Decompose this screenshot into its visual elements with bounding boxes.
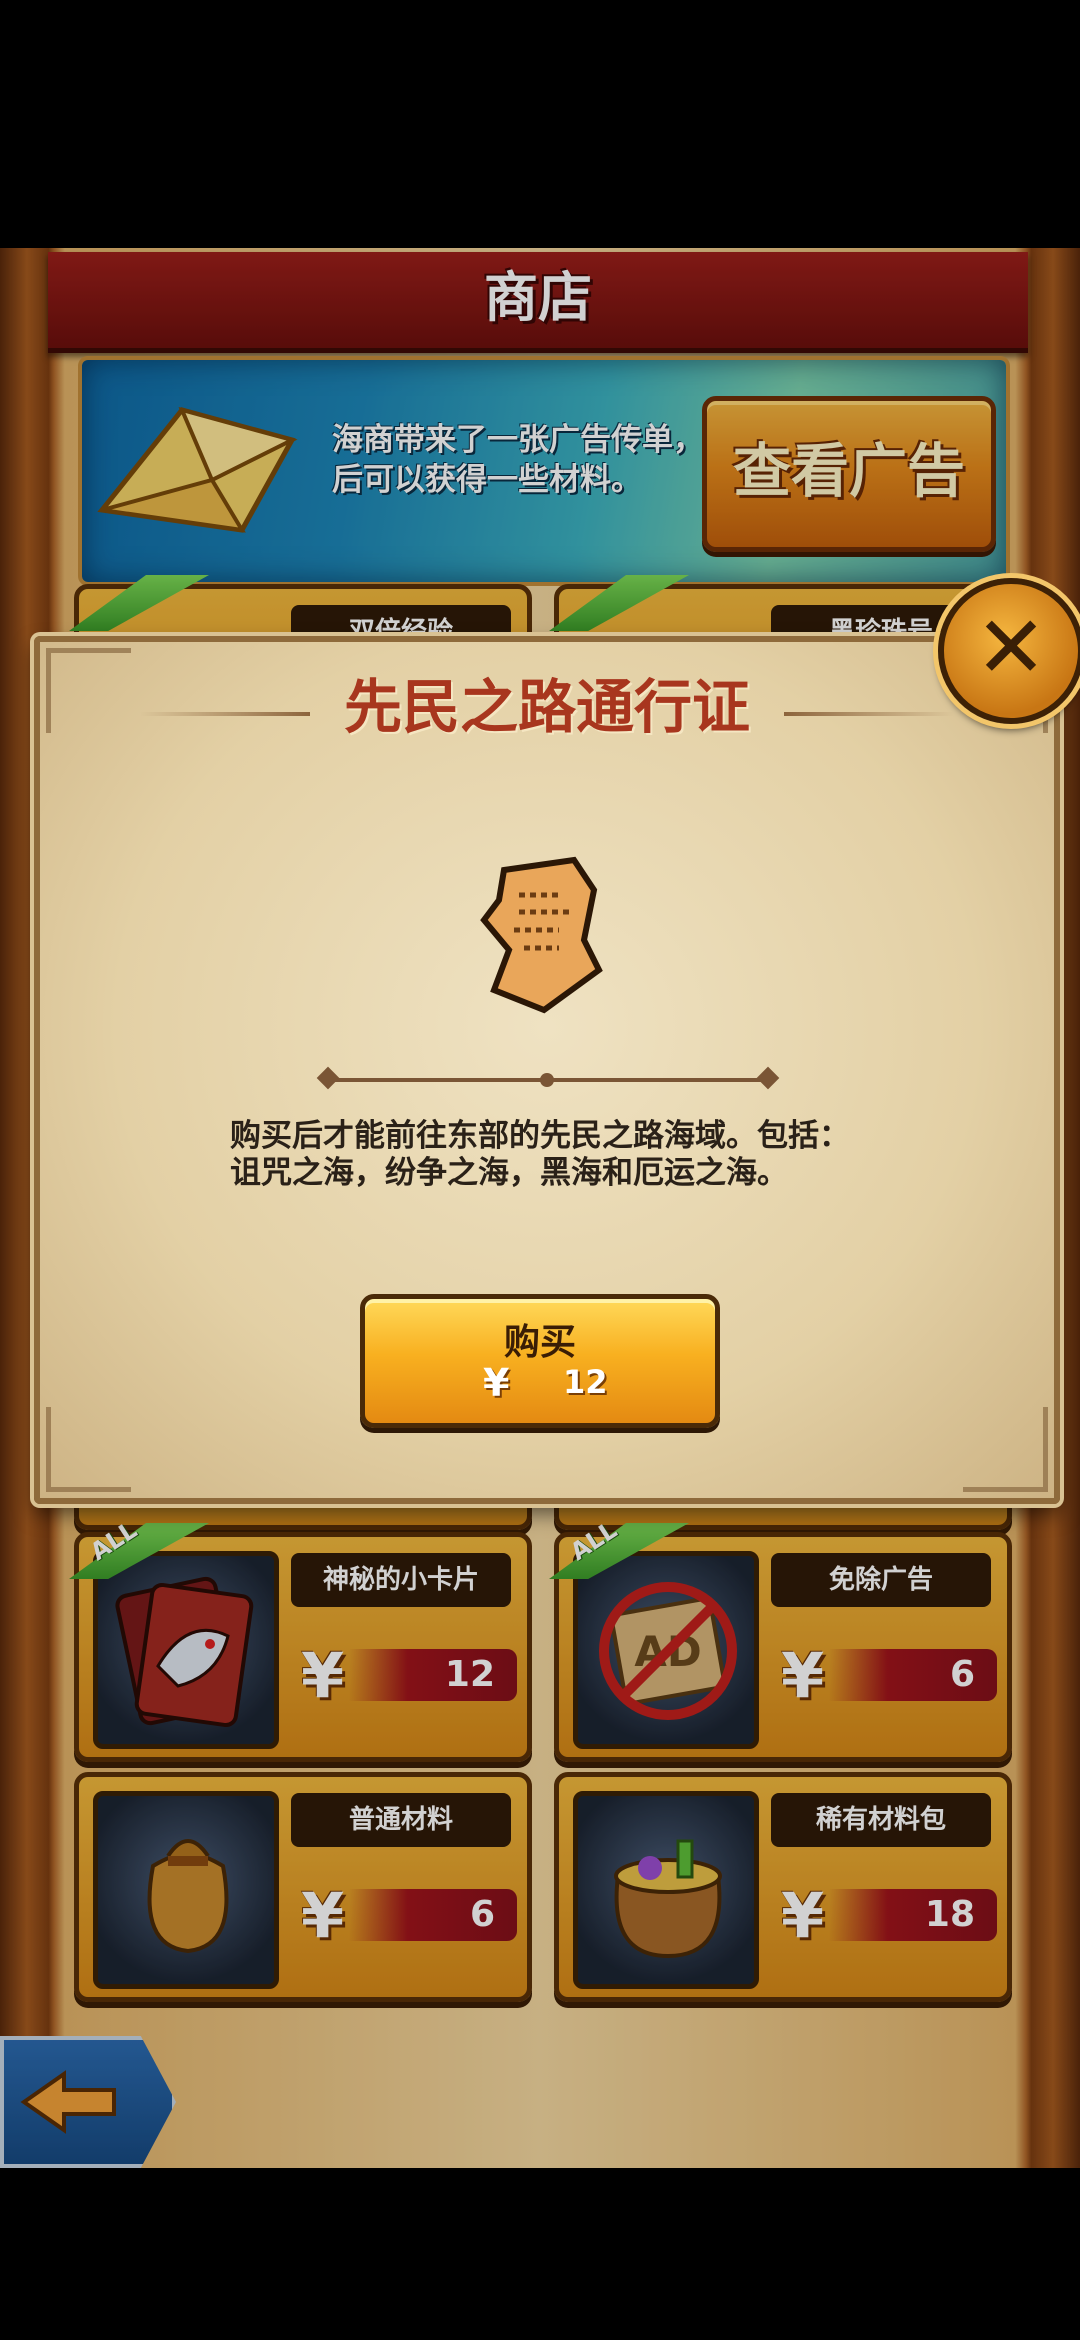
popup-corner-ornament bbox=[46, 1407, 131, 1492]
buy-button-label: 购买 bbox=[503, 1322, 576, 1363]
buy-button[interactable]: 购买 ¥ 12 bbox=[360, 1294, 720, 1428]
close-button[interactable]: ✕ bbox=[938, 578, 1080, 724]
popup-divider bbox=[316, 1066, 780, 1090]
close-x-icon: ✕ bbox=[974, 598, 1048, 698]
pass-popup: 先民之路通行证 购买后才能前往东部的先民之路海域。包括：诅咒之海，纷争之海，黑海… bbox=[34, 636, 1060, 1504]
buy-price: 12 bbox=[563, 1363, 608, 1401]
yen-icon: ¥ bbox=[483, 1361, 510, 1405]
popup-description: 购买后才能前往东部的先民之路海域。包括：诅咒之海，纷争之海，黑海和厄运之海。 bbox=[230, 1118, 850, 1191]
popup-title: 先民之路通行证 bbox=[343, 673, 750, 741]
popup-corner-ornament bbox=[963, 1407, 1048, 1492]
parchment-scroll-icon bbox=[480, 856, 603, 1014]
